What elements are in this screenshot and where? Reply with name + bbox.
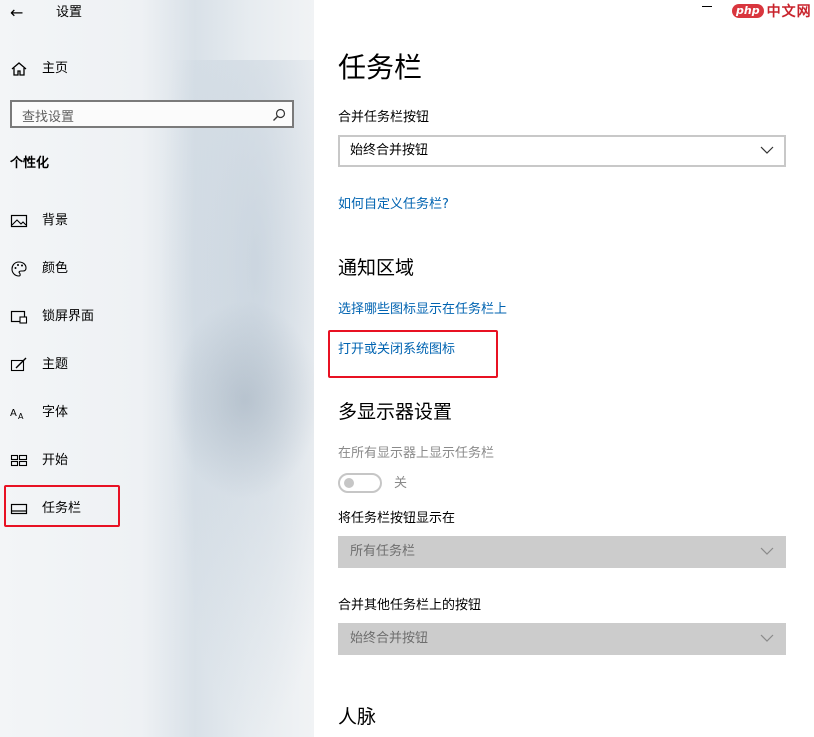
brand-watermark: php 中文网 — [732, 0, 812, 22]
sidebar-item-label: 颜色 — [42, 261, 69, 276]
settings-content: php 中文网 任务栏 合并任务栏按钮 始终合并按钮 如何自定义任务栏? 通知区… — [314, 0, 814, 737]
sidebar-item-label: 主页 — [42, 61, 69, 76]
highlight-frame — [328, 330, 498, 378]
search-input[interactable]: 查找设置 — [10, 100, 294, 128]
start-grid-icon — [10, 454, 28, 467]
svg-text:A: A — [18, 412, 24, 421]
multi-display-heading: 多显示器设置 — [338, 401, 453, 423]
combine-buttons-select[interactable]: 始终合并按钮 — [338, 135, 786, 167]
sidebar-item-start[interactable]: 开始 — [10, 449, 68, 473]
show-buttons-on-select[interactable]: 所有任务栏 — [338, 536, 786, 568]
brand-badge: php — [732, 4, 764, 18]
page-title: 任务栏 — [338, 51, 423, 84]
palette-icon — [11, 261, 27, 277]
toggle-knob — [344, 478, 354, 488]
home-icon — [11, 62, 27, 76]
sidebar-item-label: 开始 — [42, 453, 69, 468]
lock-screen-icon — [10, 310, 28, 324]
font-icon: A A — [10, 408, 24, 421]
select-taskbar-icons-link[interactable]: 选择哪些图标显示在任务栏上 — [338, 301, 507, 319]
sidebar-item-lock-screen[interactable]: 锁屏界面 — [10, 305, 94, 329]
sidebar-item-colors[interactable]: 颜色 — [10, 257, 68, 281]
show-taskbar-all-displays-label: 在所有显示器上显示任务栏 — [338, 446, 495, 461]
settings-sidebar: ← 设置 主页 查找设置 个性化 背景 颜色 锁屏界面 主题 A A 字体 开始… — [0, 0, 314, 737]
minimize-button[interactable] — [702, 6, 712, 7]
back-arrow-icon[interactable]: ← — [10, 4, 30, 22]
customize-taskbar-link[interactable]: 如何自定义任务栏? — [338, 196, 449, 214]
sidebar-item-label: 主题 — [42, 357, 69, 372]
people-heading: 人脉 — [338, 706, 377, 728]
sidebar-item-home[interactable]: 主页 — [10, 57, 68, 81]
sidebar-item-label: 锁屏界面 — [42, 309, 95, 324]
highlight-frame — [4, 485, 120, 527]
sidebar-item-fonts[interactable]: A A 字体 — [10, 401, 68, 425]
select-value: 所有任务栏 — [350, 544, 416, 559]
picture-icon — [10, 214, 28, 228]
show-buttons-on-label: 将任务栏按钮显示在 — [338, 511, 456, 526]
chevron-down-icon — [760, 547, 774, 555]
search-placeholder: 查找设置 — [22, 110, 75, 125]
sidebar-item-background[interactable]: 背景 — [10, 209, 68, 233]
brand-text: 中文网 — [766, 4, 812, 20]
theme-brush-icon — [10, 357, 27, 372]
section-title: 个性化 — [10, 156, 50, 171]
select-value: 始终合并按钮 — [350, 143, 429, 158]
svg-text:A: A — [10, 408, 17, 419]
chevron-down-icon — [760, 634, 774, 642]
combine-other-taskbars-label: 合并其他任务栏上的按钮 — [338, 598, 482, 613]
title-bar: ← 设置 — [0, 0, 314, 26]
search-icon — [273, 108, 286, 121]
app-title: 设置 — [56, 5, 83, 20]
toggle-state-text: 关 — [394, 476, 408, 491]
show-taskbar-all-displays-toggle[interactable] — [338, 473, 382, 493]
combine-other-taskbars-select[interactable]: 始终合并按钮 — [338, 623, 786, 655]
sidebar-item-themes[interactable]: 主题 — [10, 353, 68, 377]
combine-buttons-label: 合并任务栏按钮 — [338, 110, 430, 125]
notification-area-heading: 通知区域 — [338, 257, 415, 279]
acrylic-blur — [170, 300, 314, 500]
sidebar-item-label: 背景 — [42, 213, 69, 228]
chevron-down-icon — [760, 146, 774, 154]
select-value: 始终合并按钮 — [350, 631, 429, 646]
sidebar-item-label: 字体 — [42, 405, 69, 420]
